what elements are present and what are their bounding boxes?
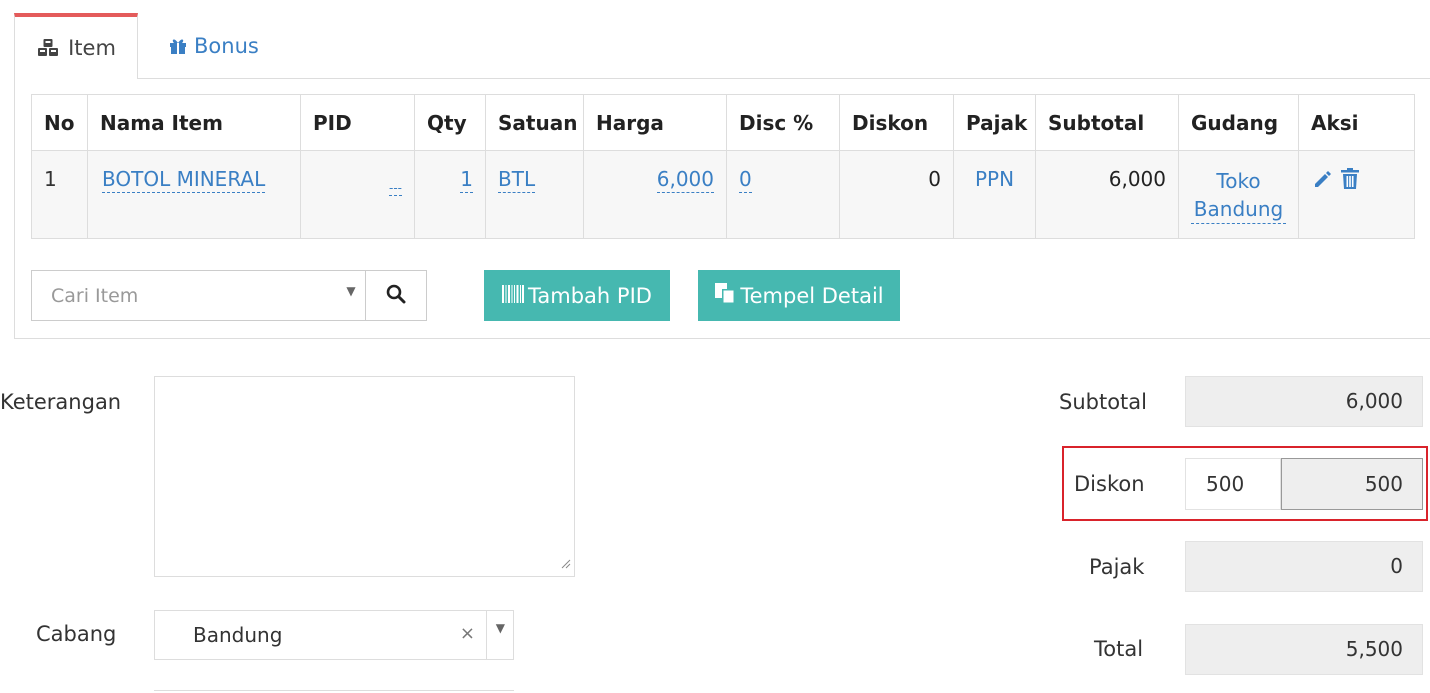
diskon-label: Diskon [1074,472,1145,496]
col-header-aksi: Aksi [1298,94,1415,151]
col-header-disc-pct: Disc % [726,94,840,151]
item-name-editable[interactable]: BOTOL MINERAL [102,167,266,193]
tempel-detail-button[interactable]: Tempel Detail [698,270,900,321]
item-search-select[interactable]: Cari Item ▼ [31,270,366,321]
total-field: 5,500 [1185,624,1423,675]
clear-icon[interactable]: × [460,623,475,644]
cabang-label: Cabang [36,622,117,646]
select-divider [486,611,487,659]
col-header-no: No [31,94,88,151]
chevron-down-icon[interactable]: ▼ [337,271,365,320]
col-header-subtotal: Subtotal [1035,94,1179,151]
row-actions [1311,167,1402,196]
total-label: Total [1094,637,1144,661]
gudang-editable[interactable]: Toko Bandung [1191,167,1286,224]
cell-pajak[interactable]: PPN [953,150,1036,239]
barcode-icon [502,284,525,308]
subtotal-field: 6,000 [1185,376,1423,427]
next-field-border [154,690,514,691]
keterangan-label: Keterangan [0,390,122,414]
subtotal-label: Subtotal [1059,390,1147,414]
diskon-amount-field: 500 [1281,458,1423,510]
tab-bonus-label: Bonus [194,34,259,58]
tambah-pid-label: Tambah PID [528,283,652,308]
tempel-detail-label: Tempel Detail [740,283,884,308]
qty-editable[interactable]: 1 [460,167,473,193]
search-button[interactable] [365,270,427,321]
col-header-diskon: Diskon [839,94,954,151]
col-header-gudang: Gudang [1178,94,1299,151]
gift-icon [168,37,188,55]
diskon-input[interactable]: 500 [1185,458,1281,510]
trash-icon[interactable] [1339,167,1361,196]
tab-item[interactable]: Item [14,13,138,79]
cell-subtotal: 6,000 [1035,150,1179,239]
tab-bonus[interactable]: Bonus [168,13,259,79]
pajak-field: 0 [1185,541,1423,592]
keterangan-textarea[interactable] [154,376,575,577]
table-row: 1 BOTOL MINERAL --- 1 BTL 6,000 0 0 PPN … [31,150,1415,239]
col-header-qty: Qty [414,94,486,151]
chevron-down-icon[interactable]: ▼ [496,621,505,635]
tab-item-label: Item [68,36,116,60]
harga-editable[interactable]: 6,000 [656,167,714,193]
pid-editable[interactable]: --- [389,181,402,196]
cell-no: 1 [31,150,88,239]
cabang-select[interactable]: Bandung × ▼ [154,610,514,660]
paste-icon [714,282,736,309]
disc-pct-editable[interactable]: 0 [739,167,752,193]
cabang-value: Bandung [193,623,283,647]
pajak-label: Pajak [1089,555,1145,579]
col-header-harga: Harga [583,94,727,151]
col-header-pid: PID [300,94,415,151]
cell-diskon: 0 [839,150,954,239]
search-placeholder: Cari Item [51,284,139,307]
satuan-editable[interactable]: BTL [498,167,536,193]
col-header-satuan: Satuan [485,94,584,151]
items-table: No Nama Item PID Qty Satuan Harga Disc %… [31,94,1415,239]
table-header-row: No Nama Item PID Qty Satuan Harga Disc %… [31,94,1415,151]
col-header-pajak: Pajak [953,94,1036,151]
resize-grip-icon[interactable] [561,554,571,573]
pencil-icon[interactable] [1311,167,1335,196]
col-header-nama-item: Nama Item [87,94,301,151]
cubes-icon [36,38,62,58]
search-icon [386,284,406,308]
tambah-pid-button[interactable]: Tambah PID [484,270,670,321]
